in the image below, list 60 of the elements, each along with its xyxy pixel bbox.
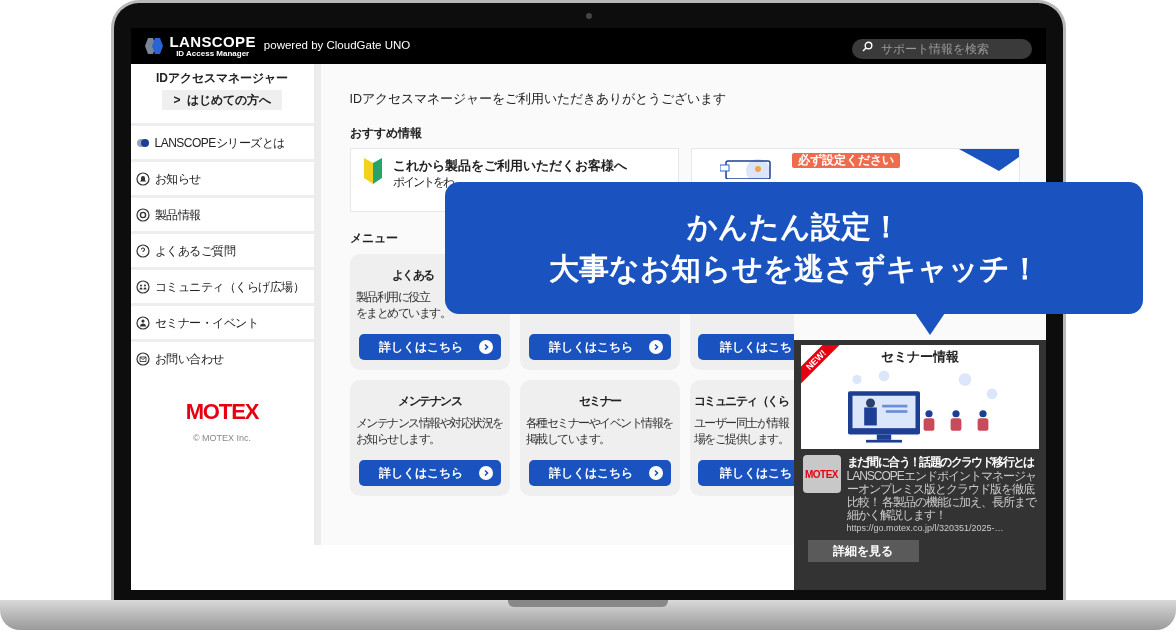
powered-by-text: powered by CloudGate UNO — [263, 38, 411, 54]
card-description: をまとめています。 — [355, 305, 450, 321]
corner-triangle-icon — [958, 149, 1019, 171]
sidebar-item[interactable]: お知らせ — [130, 162, 314, 195]
details-button[interactable]: 詳しくはこちら — [358, 334, 501, 360]
card-description: お知らせします。 — [355, 431, 440, 447]
people-icon — [135, 279, 150, 294]
sidebar-item[interactable]: お問い合わせ — [130, 342, 314, 375]
details-button[interactable]: 詳細を見る — [807, 540, 919, 562]
card-title: よくある — [391, 267, 434, 283]
arrow-circle-icon — [648, 340, 663, 354]
settings-illustration-icon — [719, 157, 772, 179]
details-button[interactable]: 詳しくはこち — [697, 460, 794, 486]
logo-text: LANSCOPE — [169, 34, 256, 49]
bell-icon — [135, 171, 150, 186]
recommend-title: これから製品をご利用いただくお客様へ — [392, 158, 627, 174]
copyright-text: © MOTEX Inc. — [191, 432, 253, 445]
camera-icon — [585, 13, 592, 19]
banner-title: セミナー情報 — [880, 349, 959, 365]
welcome-heading: IDアクセスマネージャーをご利用いただきありがとうございます — [349, 91, 727, 107]
arrow-circle-icon — [648, 466, 663, 480]
sidebar-item[interactable]: よくあるご質問 — [130, 234, 314, 267]
search-field[interactable]: サポート情報を検索 — [851, 39, 1032, 59]
person-icon — [135, 315, 150, 330]
details-button[interactable]: 詳しくはこちら — [528, 334, 671, 360]
card-description: 場をご提供します。 — [693, 431, 788, 447]
callout-text: かんたん設定！ — [687, 209, 901, 245]
arrow-circle-icon — [478, 340, 493, 354]
card-description: メンテナンス情報や対応状況を — [355, 415, 503, 431]
chevron-icon: > — [173, 91, 181, 109]
details-button[interactable]: 詳しくはこちら — [528, 460, 671, 486]
sidebar-item[interactable]: セミナー・イベント — [130, 306, 314, 339]
news-description: LANSCOPEエンドポイントマネージャーオンプレミス版とクラウド版を徹底比較！ 各製品の機能に加え、長所まで細かく解説します！ — [846, 470, 1037, 522]
callout-text: 大事なお知らせを逃さずキャッチ！ — [548, 251, 1040, 288]
section-heading: おすすめ情報 — [349, 126, 423, 141]
arrow-circle-icon — [478, 466, 493, 480]
news-title: まだ間に合う！話題のクラウド移行とは — [846, 455, 1034, 469]
beginner-mark-icon — [362, 158, 383, 184]
logo-subtitle: ID Access Manager — [176, 49, 250, 58]
question-icon — [135, 243, 150, 258]
brand-logo: MOTEX — [184, 400, 260, 424]
card-title: メンテナンス — [398, 393, 461, 409]
sidebar-title: IDアクセスマネージャー — [155, 71, 289, 86]
card-description: 掲載しています。 — [525, 431, 610, 447]
first-time-button[interactable]: > はじめての方へ — [162, 90, 282, 110]
card-title: コミュニティ（くら — [693, 393, 788, 409]
required-badge: 必ず設定ください — [791, 153, 900, 168]
sidebar-item[interactable]: LANSCOPEシリーズとは — [130, 126, 314, 159]
news-url[interactable]: https://go.motex.co.jp/l/320351/2025-… — [846, 523, 1004, 534]
details-button[interactable]: 詳しくはこちら — [358, 460, 501, 486]
card-description: ユーザー同士が情報 — [693, 415, 788, 431]
mail-icon — [135, 351, 150, 366]
details-button[interactable]: 詳しくはこち — [697, 334, 794, 360]
sidebar-item[interactable]: コミュニティ（くらげ広場） — [130, 270, 314, 303]
sidebar-item[interactable]: 製品情報 — [130, 198, 314, 231]
section-heading: メニュー — [349, 231, 399, 246]
logo-thumbnail: MOTEX — [802, 455, 841, 493]
card-description: 製品利用に役立 — [355, 289, 429, 305]
card-description: 各種セミナーやイベント情報を — [525, 415, 673, 431]
card-title: セミナー — [578, 393, 621, 409]
